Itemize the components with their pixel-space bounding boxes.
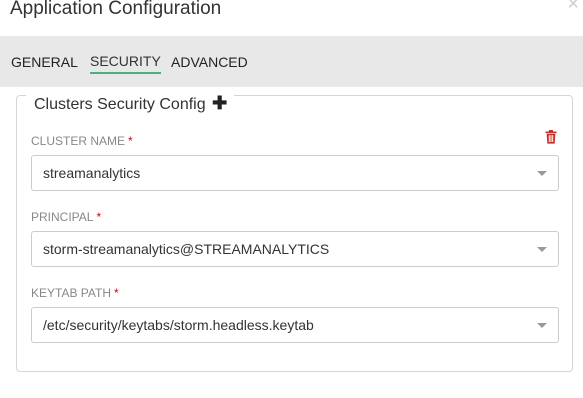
cluster-name-value: streamanalytics [43,165,141,181]
required-asterisk: * [114,286,119,300]
keytab-path-label: KEYTAB PATH * [31,286,119,300]
principal-select[interactable]: storm-streamanalytics@STREAMANALYTICS [31,231,559,267]
close-icon[interactable]: × [567,0,579,14]
chevron-down-icon[interactable] [537,171,547,176]
required-asterisk: * [96,210,102,224]
cluster-name-select[interactable]: streamanalytics [31,155,559,191]
principal-value: storm-streamanalytics@STREAMANALYTICS [43,241,330,257]
keytab-path-value: /etc/security/keytabs/storm.headless.key… [43,317,314,333]
keytab-path-select[interactable]: /etc/security/keytabs/storm.headless.key… [31,307,559,343]
trash-icon[interactable] [545,130,557,144]
tab-advanced[interactable]: ADVANCED [171,54,248,71]
application-configuration-dialog: Application Configuration × GENERAL SECU… [0,0,583,398]
tab-security[interactable]: SECURITY [90,53,161,74]
dialog-title: Application Configuration [10,0,222,19]
principal-label-text: PRINCIPAL [31,210,94,224]
keytab-path-label-text: KEYTAB PATH [31,286,112,300]
plus-icon[interactable]: ✚ [212,93,227,113]
cluster-name-label: CLUSTER NAME * [31,134,133,148]
chevron-down-icon[interactable] [537,247,547,252]
tab-general[interactable]: GENERAL [11,54,78,71]
cluster-name-label-text: CLUSTER NAME [31,134,126,148]
dialog-header: Application Configuration × [0,0,583,36]
chevron-down-icon[interactable] [537,323,547,328]
clusters-security-config-legend: Clusters Security Config ✚ [26,93,235,115]
principal-label: PRINCIPAL * [31,210,101,224]
required-asterisk: * [128,134,133,148]
legend-text: Clusters Security Config [34,96,206,113]
tab-bar: GENERAL SECURITY ADVANCED [0,36,583,87]
